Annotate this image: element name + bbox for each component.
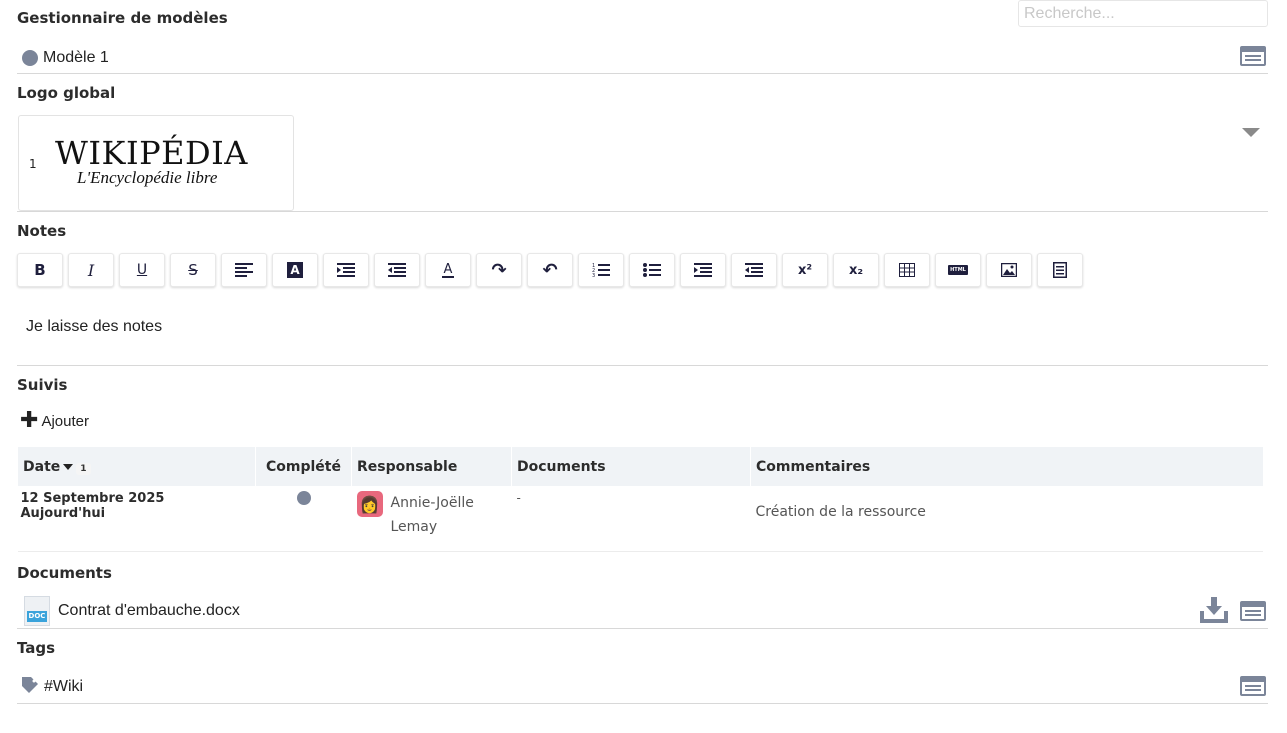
plus-icon: ✚ bbox=[20, 408, 39, 433]
row-date: 12 Septembre 2025 Aujourd'hui bbox=[17, 486, 256, 552]
download-icon[interactable] bbox=[1200, 597, 1228, 623]
chevron-down-icon[interactable] bbox=[1242, 128, 1260, 137]
column-completed[interactable]: Complété bbox=[255, 447, 352, 486]
indent-button[interactable] bbox=[323, 253, 369, 287]
column-comments[interactable]: Commentaires bbox=[750, 447, 1263, 486]
unordered-list-button[interactable] bbox=[629, 253, 675, 287]
notes-divider bbox=[17, 300, 1268, 366]
indent-icon bbox=[337, 263, 355, 277]
status-dot-icon bbox=[22, 49, 38, 66]
template-value: Modèle 1 bbox=[43, 48, 109, 66]
tag-icon bbox=[22, 677, 38, 697]
redo-button[interactable]: ↷ bbox=[476, 253, 522, 287]
html-button[interactable]: HTML bbox=[935, 253, 981, 287]
row-responsible: 👩 Annie-Joëlle Lemay bbox=[351, 486, 512, 552]
followups-table: Date 1 Complété Responsable Documents Com… bbox=[17, 447, 1263, 552]
source-button[interactable] bbox=[1037, 253, 1083, 287]
outdent-icon bbox=[388, 263, 406, 277]
sort-index-badge: 1 bbox=[76, 462, 91, 475]
list-view-icon[interactable] bbox=[1240, 676, 1266, 696]
logo-card[interactable]: 1 WIKIPÉDIA L'Encyclopédie libre bbox=[18, 115, 294, 211]
list-view-icon[interactable] bbox=[1240, 601, 1266, 621]
documents-title: Documents bbox=[17, 564, 112, 582]
global-logo-title: Logo global bbox=[17, 84, 116, 102]
superscript-button[interactable]: x² bbox=[782, 253, 828, 287]
row-completed[interactable] bbox=[255, 486, 352, 552]
unordered-list-icon bbox=[643, 263, 661, 277]
text-color-button[interactable]: A bbox=[425, 253, 471, 287]
tags-field[interactable]: #Wiki bbox=[17, 671, 1268, 704]
row-documents: - bbox=[511, 486, 751, 552]
table-row[interactable]: 12 Septembre 2025 Aujourd'hui 👩 Annie-Jo… bbox=[17, 486, 1263, 552]
underline-button[interactable]: U bbox=[119, 253, 165, 287]
outdent-icon bbox=[745, 263, 763, 277]
column-date[interactable]: Date 1 bbox=[17, 447, 256, 486]
search-input[interactable] bbox=[1018, 0, 1268, 27]
table-button[interactable] bbox=[884, 253, 930, 287]
align-left-button[interactable] bbox=[221, 253, 267, 287]
column-responsible[interactable]: Responsable bbox=[351, 447, 512, 486]
image-button[interactable] bbox=[986, 253, 1032, 287]
document-icon bbox=[1053, 262, 1067, 278]
docx-file-icon: DOC bbox=[24, 596, 50, 626]
subscript-button[interactable]: x₂ bbox=[833, 253, 879, 287]
row-comment: Création de la ressource bbox=[750, 486, 1263, 552]
highlight-button[interactable]: A bbox=[272, 253, 318, 287]
svg-text:3: 3 bbox=[592, 273, 595, 278]
undo-button[interactable]: ↶ bbox=[527, 253, 573, 287]
ordered-list-button[interactable]: 123 bbox=[578, 253, 624, 287]
wikipedia-logo-subtitle: L'Encyclopédie libre bbox=[77, 168, 218, 187]
tags-title: Tags bbox=[17, 639, 56, 657]
document-file-name[interactable]: Contrat d'embauche.docx bbox=[58, 602, 240, 620]
indent-2-button[interactable] bbox=[680, 253, 726, 287]
indent-icon bbox=[694, 263, 712, 277]
bold-button[interactable]: B bbox=[17, 253, 63, 287]
add-followup-button[interactable]: ✚ Ajouter bbox=[20, 408, 89, 433]
outdent-2-button[interactable] bbox=[731, 253, 777, 287]
followups-title: Suivis bbox=[17, 376, 68, 394]
sort-desc-icon bbox=[63, 463, 74, 470]
column-documents[interactable]: Documents bbox=[511, 447, 751, 486]
tag-value[interactable]: #Wiki bbox=[44, 678, 83, 696]
status-dot-icon bbox=[296, 491, 311, 505]
document-row[interactable]: DOC Contrat d'embauche.docx bbox=[17, 594, 1268, 629]
logo-index: 1 bbox=[29, 157, 37, 171]
strikethrough-button[interactable]: S bbox=[170, 253, 216, 287]
image-icon bbox=[1001, 263, 1017, 277]
template-manager-title: Gestionnaire de modèles bbox=[17, 9, 228, 27]
avatar: 👩 bbox=[356, 491, 383, 517]
italic-button[interactable]: I bbox=[68, 253, 114, 287]
outdent-button[interactable] bbox=[374, 253, 420, 287]
list-view-icon[interactable] bbox=[1240, 46, 1266, 66]
ordered-list-icon: 123 bbox=[592, 263, 610, 278]
template-manager-field[interactable]: Modèle 1 bbox=[17, 42, 1268, 74]
align-left-icon bbox=[235, 263, 253, 277]
table-icon bbox=[899, 263, 915, 277]
notes-title: Notes bbox=[17, 222, 67, 240]
wikipedia-logo: WIKIPÉDIA bbox=[55, 134, 248, 172]
notes-toolbar: B I U S A A ↷ ↶ 123 x² x₂ HTML bbox=[17, 253, 1088, 287]
